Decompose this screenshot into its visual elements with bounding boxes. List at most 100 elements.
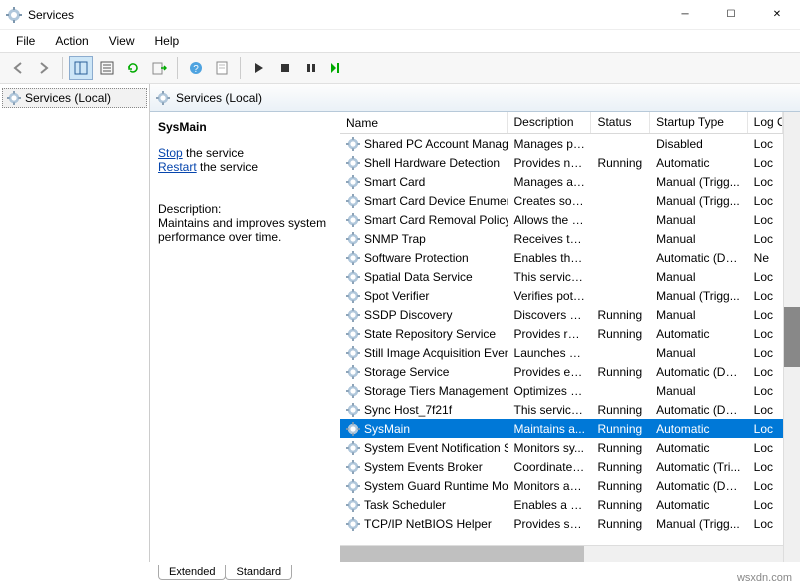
gear-icon xyxy=(346,441,360,455)
service-row[interactable]: Shared PC Account ManagerManages pr...Di… xyxy=(340,134,783,153)
gear-icon xyxy=(346,251,360,265)
service-description: Monitors sy... xyxy=(508,441,592,455)
start-service-button[interactable] xyxy=(247,56,271,80)
service-logon: Loc xyxy=(748,270,783,284)
service-logon: Loc xyxy=(748,346,783,360)
tree-item-services-local[interactable]: Services (Local) xyxy=(2,88,147,108)
service-row[interactable]: Sync Host_7f21fThis service ...RunningAu… xyxy=(340,400,783,419)
menu-help[interactable]: Help xyxy=(145,32,190,50)
horizontal-scrollbar[interactable] xyxy=(340,545,783,562)
service-row[interactable]: Smart Card Removal PolicyAllows the s...… xyxy=(340,210,783,229)
tab-extended[interactable]: Extended xyxy=(158,565,226,580)
tab-standard[interactable]: Standard xyxy=(225,565,292,580)
menu-action[interactable]: Action xyxy=(45,32,98,50)
service-status: Running xyxy=(591,365,650,379)
panel-header: Services (Local) xyxy=(150,84,800,112)
gear-icon xyxy=(346,479,360,493)
service-row[interactable]: Shell Hardware DetectionProvides not...R… xyxy=(340,153,783,172)
help-button[interactable]: ? xyxy=(184,56,208,80)
service-description: Coordinates ... xyxy=(508,460,592,474)
column-status[interactable]: Status xyxy=(591,112,650,133)
service-status: Running xyxy=(591,498,650,512)
stop-service-link[interactable]: Stop xyxy=(158,146,183,160)
properties-button[interactable] xyxy=(95,56,119,80)
refresh-button[interactable] xyxy=(121,56,145,80)
pause-service-button[interactable] xyxy=(299,56,323,80)
service-name: Shared PC Account Manager xyxy=(364,137,508,151)
service-description: Maintains a... xyxy=(508,422,592,436)
service-row[interactable]: Spot VerifierVerifies pote...Manual (Tri… xyxy=(340,286,783,305)
service-logon: Loc xyxy=(748,137,783,151)
service-description: Launches ap... xyxy=(508,346,592,360)
service-description: Verifies pote... xyxy=(508,289,592,303)
toolbar: ? xyxy=(0,52,800,84)
service-name: System Events Broker xyxy=(364,460,483,474)
service-row[interactable]: System Guard Runtime Mon...Monitors and.… xyxy=(340,476,783,495)
maximize-button[interactable]: ☐ xyxy=(708,0,754,30)
service-status: Running xyxy=(591,460,650,474)
column-logon[interactable]: Log On As xyxy=(748,112,783,133)
properties-page-button[interactable] xyxy=(210,56,234,80)
service-startup: Manual xyxy=(650,384,748,398)
menu-file[interactable]: File xyxy=(6,32,45,50)
restart-service-button[interactable] xyxy=(325,56,349,80)
service-row[interactable]: SSDP DiscoveryDiscovers ne...RunningManu… xyxy=(340,305,783,324)
scrollbar-thumb[interactable] xyxy=(340,546,584,562)
close-button[interactable]: ✕ xyxy=(754,0,800,30)
service-row[interactable]: State Repository ServiceProvides req...R… xyxy=(340,324,783,343)
minimize-button[interactable]: ─ xyxy=(662,0,708,30)
service-status: Running xyxy=(591,156,650,170)
column-name[interactable]: Name xyxy=(340,112,508,133)
service-startup: Manual (Trigg... xyxy=(650,175,748,189)
service-logon: Loc xyxy=(748,422,783,436)
service-row[interactable]: Software ProtectionEnables the ...Automa… xyxy=(340,248,783,267)
service-description: Manages pr... xyxy=(508,137,592,151)
watermark: wsxdn.com xyxy=(737,572,792,584)
show-hide-tree-button[interactable] xyxy=(69,56,93,80)
window-title: Services xyxy=(28,8,662,22)
service-row[interactable]: SysMainMaintains a...RunningAutomaticLoc xyxy=(340,419,783,438)
service-description: Creates soft... xyxy=(508,194,592,208)
service-row[interactable]: Storage Tiers ManagementOptimizes th...M… xyxy=(340,381,783,400)
app-icon xyxy=(6,7,22,23)
service-description: Monitors and... xyxy=(508,479,592,493)
back-button[interactable] xyxy=(6,56,30,80)
gear-icon xyxy=(346,213,360,227)
play-icon xyxy=(253,62,265,74)
page-icon xyxy=(214,60,230,76)
forward-button[interactable] xyxy=(32,56,56,80)
service-row[interactable]: Storage ServiceProvides ena...RunningAut… xyxy=(340,362,783,381)
restart-service-link[interactable]: Restart xyxy=(158,160,197,174)
arrow-left-icon xyxy=(10,60,26,76)
service-row[interactable]: Still Image Acquisition EventsLaunches a… xyxy=(340,343,783,362)
service-row[interactable]: Spatial Data ServiceThis service i...Man… xyxy=(340,267,783,286)
export-icon xyxy=(151,60,167,76)
service-description: Provides ena... xyxy=(508,365,592,379)
service-name: SSDP Discovery xyxy=(364,308,452,322)
service-startup: Manual xyxy=(650,270,748,284)
service-row[interactable]: Smart CardManages ac...Manual (Trigg...L… xyxy=(340,172,783,191)
service-name: Sync Host_7f21f xyxy=(364,403,452,417)
service-row[interactable]: SNMP TrapReceives tra...ManualLoc xyxy=(340,229,783,248)
service-logon: Loc xyxy=(748,384,783,398)
vertical-scrollbar[interactable] xyxy=(783,112,800,562)
service-name: Storage Tiers Management xyxy=(364,384,508,398)
export-button[interactable] xyxy=(147,56,171,80)
service-row[interactable]: System Events Broker Coordinates ...Runni… xyxy=(340,457,783,476)
service-name: Spatial Data Service xyxy=(364,270,473,284)
service-logon: Loc xyxy=(748,175,783,189)
scrollbar-thumb[interactable] xyxy=(784,307,800,367)
service-row[interactable]: System Event Notification S...Monitors s… xyxy=(340,438,783,457)
gear-icon xyxy=(346,137,360,151)
service-name: Shell Hardware Detection xyxy=(364,156,500,170)
list-header: Name Description Status Startup Type Log… xyxy=(340,112,783,134)
service-row[interactable]: Smart Card Device Enumerat...Creates sof… xyxy=(340,191,783,210)
stop-service-button[interactable] xyxy=(273,56,297,80)
service-row[interactable]: Task SchedulerEnables a us...RunningAuto… xyxy=(340,495,783,514)
service-logon: Ne xyxy=(748,251,783,265)
service-startup: Manual xyxy=(650,213,748,227)
service-row[interactable]: TCP/IP NetBIOS HelperProvides sup...Runn… xyxy=(340,514,783,533)
menu-view[interactable]: View xyxy=(99,32,145,50)
column-startup[interactable]: Startup Type xyxy=(650,112,748,133)
column-description[interactable]: Description xyxy=(508,112,592,133)
